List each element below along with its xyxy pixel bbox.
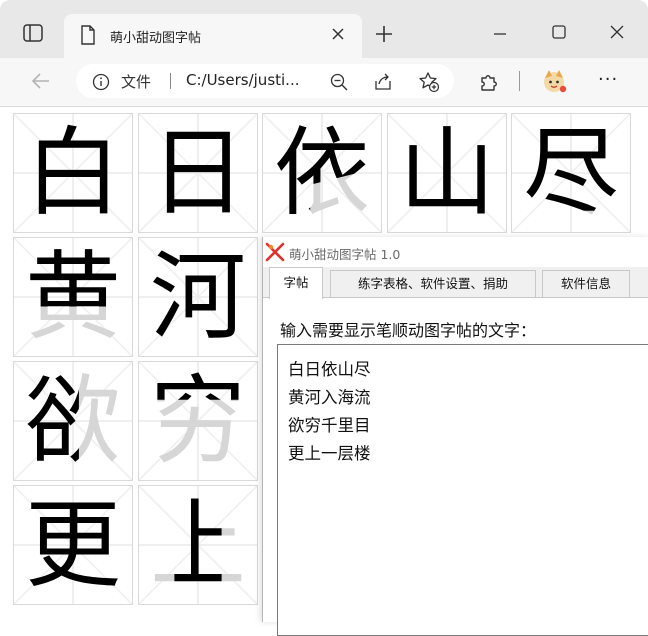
- char-cell: 欲 欲: [13, 361, 133, 481]
- share-icon[interactable]: [373, 72, 393, 92]
- char-cell: 河 河: [138, 237, 258, 357]
- char-stroke: 更: [25, 489, 121, 601]
- window-close-icon[interactable]: [607, 22, 627, 42]
- tab-settings[interactable]: 练字表格、软件设置、捐助: [330, 270, 536, 297]
- tab-about[interactable]: 软件信息: [542, 270, 630, 297]
- app-body: 输入需要显示笔顺动图字帖的文字： 白日依山尽 黄河入海流 欲穷千里目 更上一层楼: [263, 298, 648, 636]
- page-icon: [81, 25, 95, 45]
- char-cell: 白 白: [13, 113, 133, 233]
- input-prompt-label: 输入需要显示笔顺动图字帖的文字：: [280, 321, 537, 340]
- char-cell: 黄 黄: [13, 237, 133, 357]
- sidebar-toggle-icon[interactable]: [23, 24, 43, 42]
- browser-tab[interactable]: 萌小甜动图字帖: [64, 14, 362, 58]
- text-line: 白日依山尽: [288, 360, 371, 379]
- info-icon[interactable]: [92, 73, 110, 91]
- app-title: 萌小甜动图字帖 1.0: [289, 247, 401, 262]
- char-cell: 穷 穷: [138, 361, 258, 481]
- minimize-icon[interactable]: [490, 24, 510, 44]
- new-tab-icon[interactable]: [374, 24, 394, 44]
- character-input-textarea[interactable]: 白日依山尽 黄河入海流 欲穷千里目 更上一层楼: [277, 344, 648, 636]
- profile-avatar-icon[interactable]: [540, 67, 568, 95]
- address-separator: [170, 73, 171, 89]
- address-bar[interactable]: 文件 C:/Users/justi...: [76, 64, 454, 98]
- text-line: 欲穷千里目: [288, 416, 371, 435]
- char-cell: 尽 尽: [511, 113, 631, 233]
- tab-copybook[interactable]: 字帖: [269, 267, 323, 299]
- tab-title: 萌小甜动图字帖: [110, 31, 202, 46]
- add-favorite-icon[interactable]: [418, 71, 440, 93]
- url-text[interactable]: C:/Users/justi...: [186, 71, 299, 89]
- extensions-icon[interactable]: [478, 71, 500, 93]
- back-arrow-icon[interactable]: [30, 70, 52, 92]
- text-line: 更上一层楼: [288, 444, 371, 463]
- toolbar-separator: [519, 71, 520, 91]
- app-window: 萌小甜动图字帖 1.0 字帖 练字表格、软件设置、捐助 软件信息 输入需要显示笔…: [262, 237, 648, 636]
- zoom-out-icon[interactable]: [329, 72, 349, 92]
- app-logo-icon: [265, 242, 285, 262]
- app-titlebar[interactable]: 萌小甜动图字帖 1.0: [263, 237, 648, 267]
- char-stroke: 山: [399, 117, 495, 229]
- char-stroke: 白: [25, 117, 121, 229]
- char-stroke: 日: [150, 117, 246, 229]
- char-cell: 上 上: [138, 485, 258, 605]
- text-line: 黄河入海流: [288, 388, 371, 407]
- maximize-icon[interactable]: [549, 22, 569, 42]
- browser-tab-strip: 萌小甜动图字帖: [0, 0, 648, 58]
- char-stroke: 河: [150, 241, 246, 353]
- app-tab-bar: 字帖 练字表格、软件设置、捐助 软件信息: [263, 267, 648, 299]
- browser-toolbar: 文件 C:/Users/justi... ···: [0, 58, 648, 107]
- char-cell: 山 山: [387, 113, 507, 233]
- char-cell: 依 依: [262, 113, 382, 233]
- close-tab-icon[interactable]: [328, 24, 348, 44]
- file-scheme-label: 文件: [121, 73, 152, 91]
- char-cell: 日 日: [138, 113, 258, 233]
- char-cell: 更 更: [13, 485, 133, 605]
